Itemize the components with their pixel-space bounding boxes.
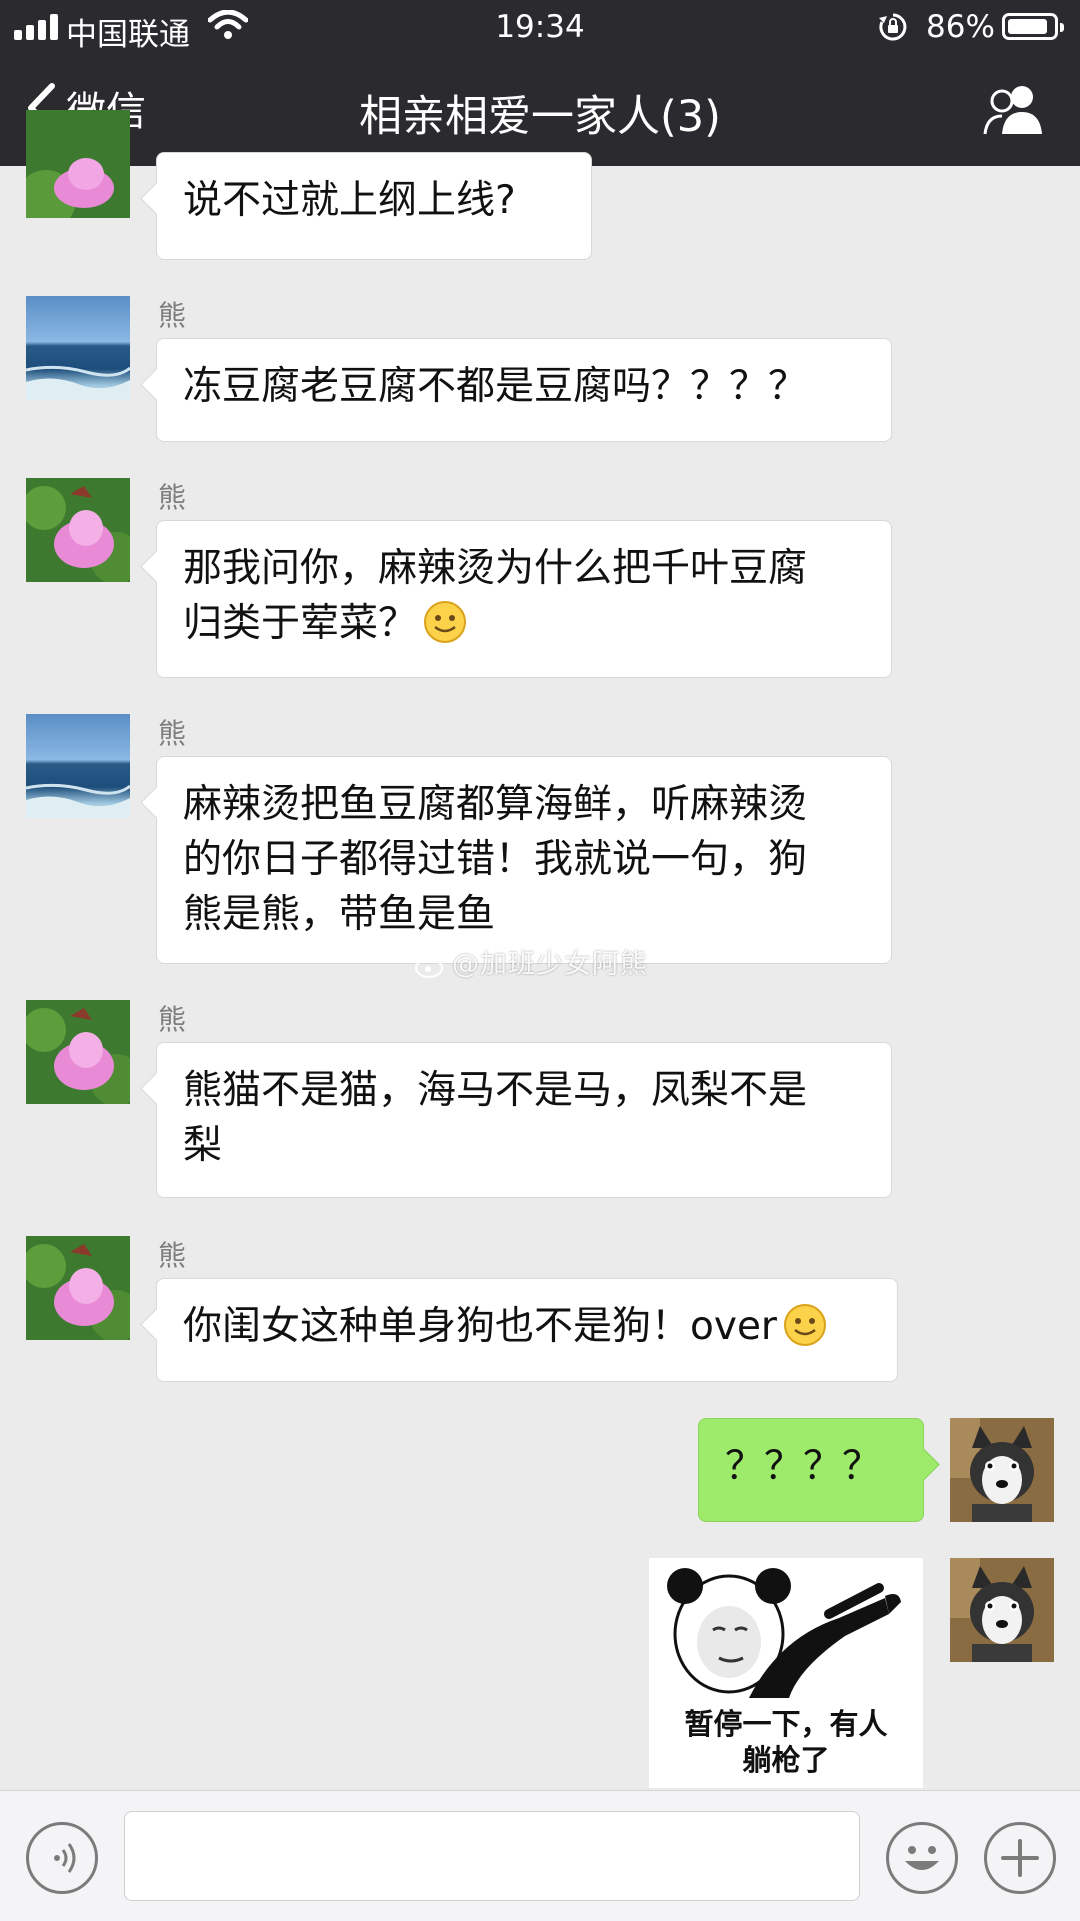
- message-bubble[interactable]: 说不过就上纲上线?: [156, 152, 592, 260]
- message-text: 你闺女这种单身狗也不是狗！over: [183, 1304, 777, 1349]
- status-bar: 中国联通 19:34 86%: [0, 0, 1080, 56]
- smiley-emoji-icon: [424, 601, 467, 643]
- avatar[interactable]: [26, 478, 130, 582]
- avatar[interactable]: [26, 110, 130, 218]
- voice-button[interactable]: [26, 1822, 98, 1894]
- message-bubble[interactable]: 那我问你，麻辣烫为什么把千叶豆腐 归类于荤菜？: [156, 520, 892, 678]
- battery-icon: [1002, 13, 1064, 40]
- chat-title: 相亲相爱一家人(3): [359, 92, 721, 142]
- group-members-icon[interactable]: [982, 82, 1046, 138]
- sticker-caption-line: 躺枪了: [742, 1743, 830, 1777]
- status-time: 19:34: [495, 9, 585, 45]
- avatar[interactable]: [26, 1000, 130, 1104]
- sticker-image[interactable]: 暂停一下，有人 躺枪了: [649, 1558, 923, 1788]
- message-text: ？？？？: [725, 1444, 882, 1489]
- message-text-line: 熊猫不是猫，海马不是马，凤梨不是: [183, 1068, 808, 1113]
- sticker-caption: 暂停一下，有人 躺枪了: [649, 1706, 923, 1778]
- weibo-logo-icon: [415, 952, 447, 978]
- smiley-emoji-icon: [783, 1304, 826, 1346]
- message-text-line: 麻辣烫把鱼豆腐都算海鲜，听麻辣烫: [183, 782, 808, 827]
- panda-meme-drawing: [667, 1568, 901, 1698]
- message-bubble[interactable]: ？？？？: [698, 1418, 924, 1522]
- watermark: @加班少女阿熊: [414, 942, 648, 981]
- sticker-caption-line: 暂停一下，有人: [684, 1707, 888, 1741]
- battery-percent: 86%: [926, 9, 995, 45]
- avatar[interactable]: [950, 1418, 1054, 1522]
- emoji-icon: [905, 1846, 939, 1870]
- voice-icon: [54, 1843, 76, 1873]
- emoji-button[interactable]: [886, 1822, 958, 1894]
- message-text-line: 那我问你，麻辣烫为什么把千叶豆腐: [183, 546, 808, 591]
- avatar[interactable]: [26, 296, 130, 400]
- top-bar: 中国联通 19:34 86% 微信 相亲相爱一家人(3): [0, 0, 1080, 166]
- message-text-line: 熊是熊，带鱼是鱼: [183, 892, 496, 937]
- message-text-line: 归类于荤菜？: [183, 601, 418, 646]
- plus-icon: [1001, 1839, 1039, 1877]
- avatar[interactable]: [26, 1236, 130, 1340]
- avatar[interactable]: [26, 714, 130, 818]
- nav-bar: 微信 相亲相爱一家人(3): [0, 56, 1080, 166]
- message-bubble[interactable]: 熊猫不是猫，海马不是马，凤梨不是 梨: [156, 1042, 892, 1198]
- message-text-line: 的你日子都得过错！我就说一句，狗: [183, 837, 808, 882]
- message-bubble[interactable]: 你闺女这种单身狗也不是狗！over: [156, 1278, 898, 1382]
- plus-button[interactable]: [984, 1822, 1056, 1894]
- watermark-text: @加班少女阿熊: [452, 949, 648, 980]
- input-bar: [0, 1790, 1080, 1921]
- message-text: 冻豆腐老豆腐不都是豆腐吗？？？？: [183, 364, 808, 409]
- message-text: 说不过就上纲上线?: [183, 178, 516, 223]
- message-input[interactable]: [124, 1811, 860, 1901]
- orientation-lock-icon: [879, 13, 907, 41]
- message-bubble[interactable]: 麻辣烫把鱼豆腐都算海鲜，听麻辣烫 的你日子都得过错！我就说一句，狗 熊是熊，带鱼…: [156, 756, 892, 964]
- message-bubble[interactable]: 冻豆腐老豆腐不都是豆腐吗？？？？: [156, 338, 892, 442]
- message-text-line: 梨: [183, 1123, 223, 1168]
- avatar[interactable]: [950, 1558, 1054, 1662]
